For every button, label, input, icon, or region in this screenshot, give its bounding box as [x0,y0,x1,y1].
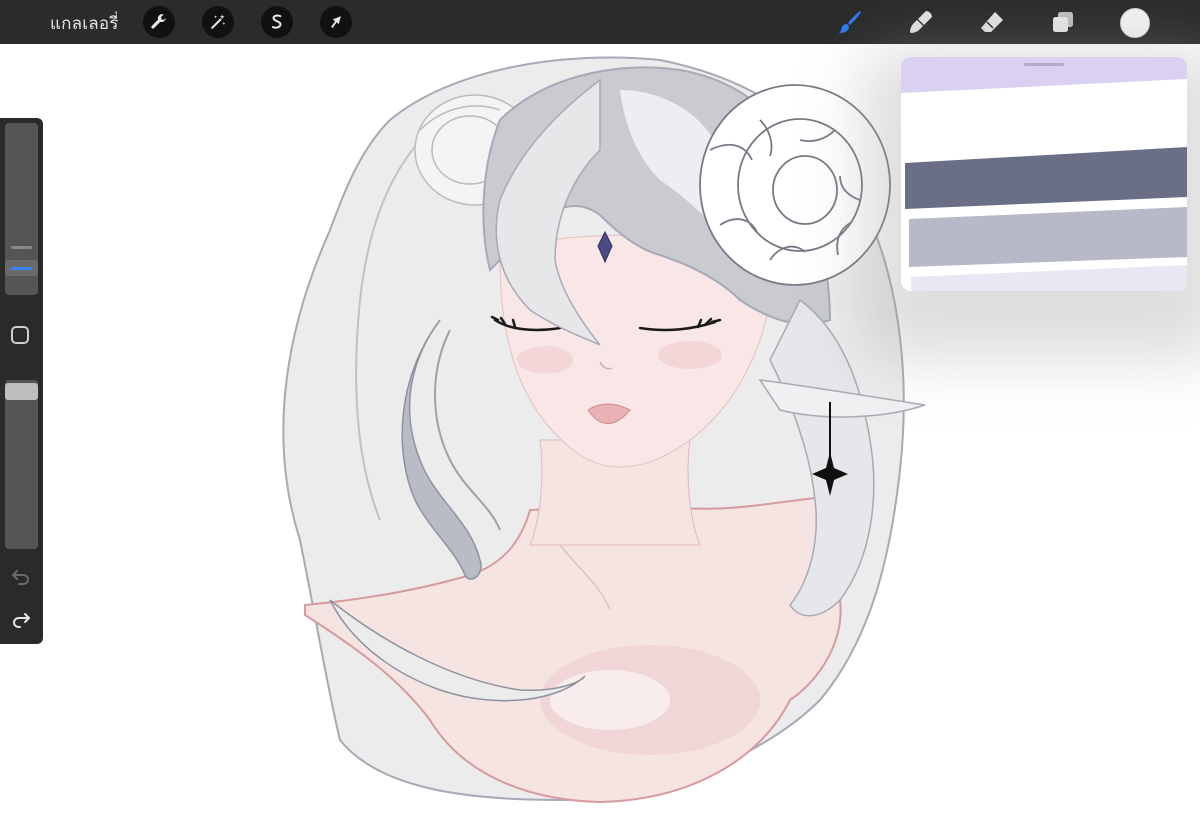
brush-size-slider[interactable] [5,123,38,295]
brush-tool[interactable] [834,6,866,38]
wrench-icon [151,14,166,29]
arrow-cursor-icon [331,16,341,28]
panel-grabber[interactable] [1024,63,1064,66]
selection-s-icon [271,14,282,29]
size-thumb-indicator [11,267,32,271]
smudge-tool[interactable] [905,6,937,38]
adjustments-button[interactable] [202,6,234,38]
transform-button[interactable] [320,6,352,38]
layers-icon [1053,12,1073,32]
procreate-app: แกลเลอรี่ [0,0,1200,834]
color-stripe[interactable] [905,147,1187,209]
chest-highlight [550,670,670,730]
magic-wand-icon [211,14,226,29]
eraser-tool[interactable] [976,6,1008,38]
gallery-button[interactable]: แกลเลอรี่ [50,10,119,37]
color-picker-swatch[interactable] [1120,8,1150,38]
top-toolbar: แกลเลอรี่ [0,0,1200,44]
blush-left [517,346,573,374]
brush-opacity-thumb[interactable] [5,383,38,401]
color-stripe[interactable] [911,265,1187,291]
selection-button[interactable] [261,6,293,38]
blush-right [658,341,722,369]
color-stripe[interactable] [909,207,1187,267]
brush-opacity-slider[interactable] [5,380,38,549]
actions-button[interactable] [143,6,175,38]
eraser-icon [981,12,1003,32]
brush-size-thumb[interactable] [5,260,38,277]
undo-icon[interactable] [10,565,32,587]
left-sidebar [0,118,43,644]
color-stripes [901,57,1187,291]
layers-tool[interactable] [1047,6,1079,38]
right-horn [699,84,891,286]
color-history-panel[interactable] [901,57,1187,291]
redo-icon[interactable] [10,608,32,630]
modify-button[interactable] [11,326,29,344]
size-slider-marker [11,246,32,250]
brush-icon [839,11,861,33]
smudge-icon [910,11,932,33]
